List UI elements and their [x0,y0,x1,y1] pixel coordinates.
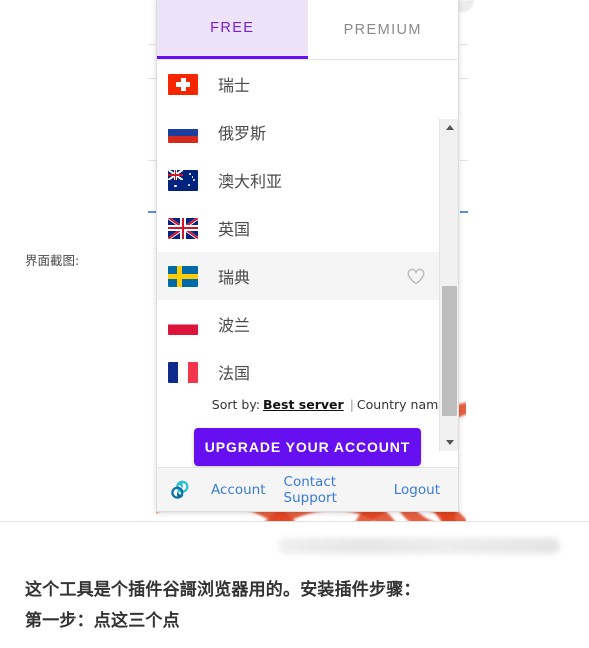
screenshot-root: 界面截图: FREE PREMIUM 瑞士 俄罗斯 澳大利亚 英国 瑞典 波兰 … [0,0,589,648]
footer-link-account[interactable]: Account [211,482,266,498]
tab-free[interactable]: FREE [157,0,308,59]
switzerland-flag-icon [168,73,198,95]
scroll-down-arrow-icon[interactable] [440,434,458,451]
frame-tick [460,78,468,79]
page-divider [0,521,589,522]
country-name: 英国 [218,220,251,239]
frame-tick [148,160,156,161]
frame-tick [460,44,468,45]
country-name: 法国 [218,364,251,383]
country-list-scrollbar[interactable] [439,119,458,451]
list-item[interactable]: 英国 [157,204,439,252]
australia-flag-icon [168,169,198,191]
scroll-up-arrow-icon[interactable] [440,119,458,136]
interface-screenshot-label: 界面截图: [25,253,80,268]
list-item[interactable]: 瑞士 [157,60,439,108]
list-item[interactable]: 俄罗斯 [157,108,439,156]
frame-tick-active [148,211,156,213]
frame-tick [460,160,468,161]
sweden-flag-icon [168,265,198,287]
brand-logo-icon[interactable] [169,479,191,501]
tab-premium[interactable]: PREMIUM [307,0,458,59]
frame-tick-active [460,211,468,213]
upgrade-button-container: UPGRADE YOUR ACCOUNT [157,416,458,466]
sort-option-country-name[interactable]: Country name [357,397,446,412]
extension-popup: FREE PREMIUM 瑞士 俄罗斯 澳大利亚 英国 瑞典 波兰 法国 Sor… [156,0,459,512]
plan-tabs: FREE PREMIUM [157,0,458,60]
list-item[interactable]: 瑞典 [157,252,439,300]
upgrade-your-account-button[interactable]: UPGRADE YOUR ACCOUNT [194,428,421,466]
list-item[interactable]: 波兰 [157,300,439,348]
country-name: 波兰 [218,316,251,335]
scrollbar-thumb[interactable] [442,286,457,416]
body-line-1: 这个工具是个插件谷謌浏览器用的。安装插件步骤： [25,580,421,600]
unitedkingdom-flag-icon [168,217,198,239]
body-line-2: 第一步：点这三个点 [25,611,180,631]
country-name: 俄罗斯 [218,124,267,143]
footer-link-logout[interactable]: Logout [394,482,440,498]
country-name: 澳大利亚 [218,172,283,191]
sort-option-best-server[interactable]: Best server [263,397,344,412]
frame-tick [148,44,156,45]
france-flag-icon [168,361,198,383]
sort-label: Sort by: [211,396,261,412]
list-item[interactable]: 法国 [157,348,439,392]
frame-tick [148,78,156,79]
list-item[interactable]: 澳大利亚 [157,156,439,204]
russia-flag-icon [168,121,198,143]
country-list-container: 瑞士 俄罗斯 澳大利亚 英国 瑞典 波兰 法国 [157,60,458,451]
redacted-text-bar [278,538,560,554]
country-name: 瑞士 [218,76,251,95]
country-name: 瑞典 [218,268,251,287]
country-list[interactable]: 瑞士 俄罗斯 澳大利亚 英国 瑞典 波兰 法国 [157,60,439,392]
heart-outline-icon[interactable] [405,265,427,287]
poland-flag-icon [168,313,198,335]
footer-link-contact-support[interactable]: Contact Support [284,474,376,506]
page-body-text: 这个工具是个插件谷謌浏览器用的。安装插件步骤： 第一步：点这三个点 [25,575,585,637]
popup-footer: Account Contact Support Logout [157,467,458,511]
sort-bar: Sort by: Best server | Country name [157,392,458,416]
sort-separator: | [349,396,354,412]
